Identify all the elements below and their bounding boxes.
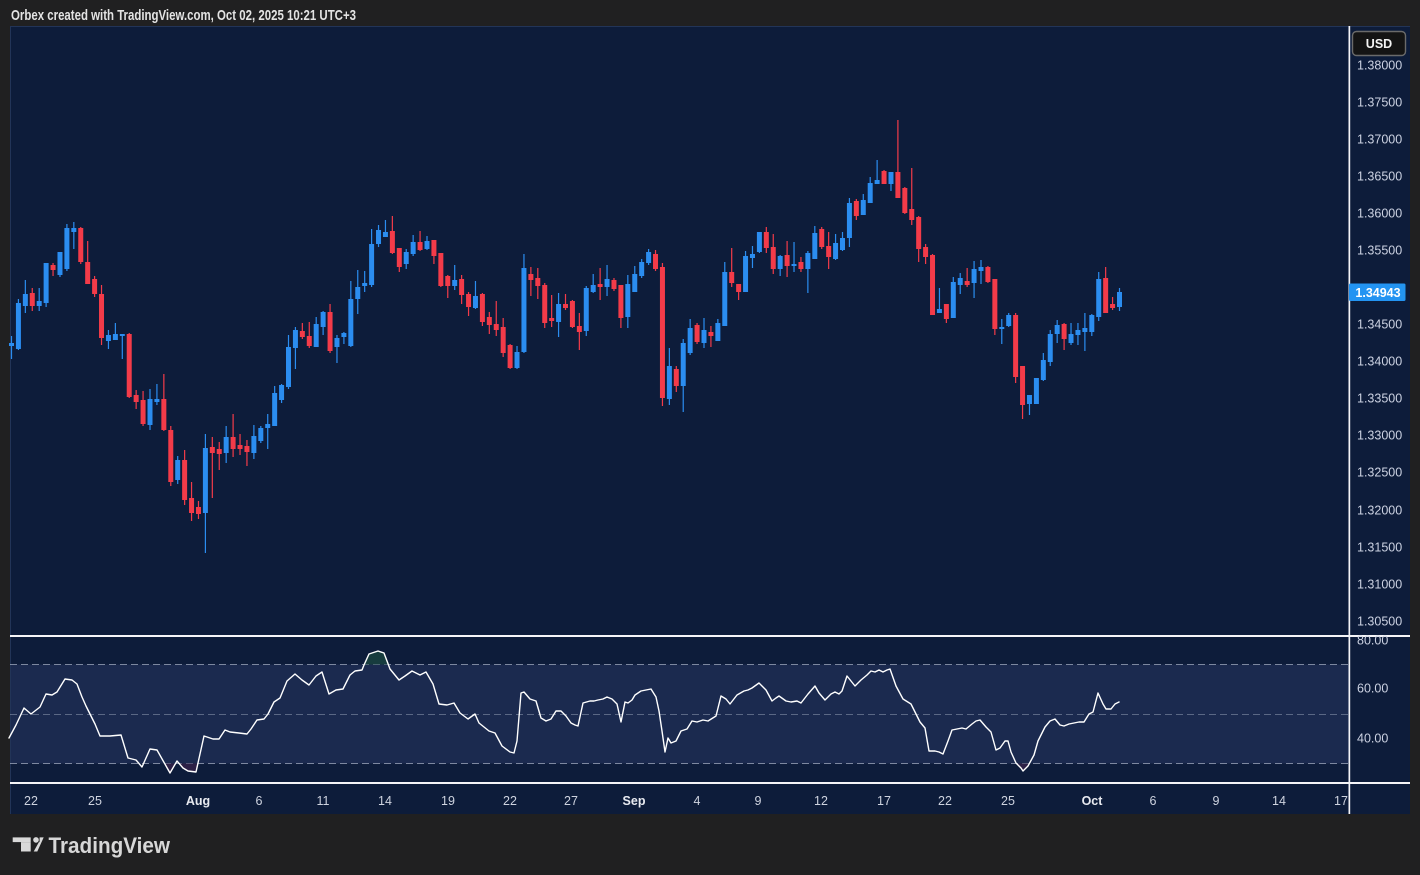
svg-text:6: 6 (1150, 794, 1157, 808)
svg-text:40.00: 40.00 (1357, 732, 1388, 746)
svg-text:1.34500: 1.34500 (1357, 318, 1402, 332)
svg-text:80.00: 80.00 (1357, 634, 1388, 648)
svg-text:4: 4 (694, 794, 701, 808)
svg-text:1.34943: 1.34943 (1355, 286, 1400, 300)
svg-text:6: 6 (256, 794, 263, 808)
svg-text:1.37000: 1.37000 (1357, 133, 1402, 147)
svg-text:17: 17 (1334, 794, 1348, 808)
svg-text:25: 25 (1001, 794, 1015, 808)
svg-text:TradingView: TradingView (49, 833, 171, 858)
svg-text:1.30500: 1.30500 (1357, 615, 1402, 629)
svg-text:19: 19 (441, 794, 455, 808)
svg-text:22: 22 (938, 794, 952, 808)
svg-text:27: 27 (564, 794, 578, 808)
svg-text:9: 9 (755, 794, 762, 808)
svg-text:1.38000: 1.38000 (1357, 59, 1402, 73)
svg-text:60.00: 60.00 (1357, 682, 1388, 696)
svg-text:1.36000: 1.36000 (1357, 207, 1402, 221)
svg-text:1.33000: 1.33000 (1357, 429, 1402, 443)
svg-text:USD: USD (1366, 37, 1392, 51)
svg-text:1.31000: 1.31000 (1357, 578, 1402, 592)
svg-text:Oct: Oct (1082, 794, 1104, 808)
svg-text:1.31500: 1.31500 (1357, 541, 1402, 555)
svg-text:1.34000: 1.34000 (1357, 355, 1402, 369)
svg-text:Aug: Aug (186, 794, 210, 808)
svg-text:22: 22 (503, 794, 517, 808)
svg-text:1.32000: 1.32000 (1357, 504, 1402, 518)
svg-text:1.32500: 1.32500 (1357, 466, 1402, 480)
svg-text:22: 22 (24, 794, 38, 808)
svg-text:11: 11 (317, 794, 330, 808)
svg-text:17: 17 (877, 794, 891, 808)
svg-text:1.33500: 1.33500 (1357, 392, 1402, 406)
svg-text:9: 9 (1213, 794, 1220, 808)
svg-text:Orbex created with TradingView: Orbex created with TradingView.com, Oct … (11, 7, 356, 24)
svg-text:1.35500: 1.35500 (1357, 244, 1402, 258)
svg-text:14: 14 (378, 794, 392, 808)
svg-text:25: 25 (88, 794, 102, 808)
svg-text:1.37500: 1.37500 (1357, 96, 1402, 110)
svg-text:14: 14 (1272, 794, 1286, 808)
svg-text:12: 12 (814, 794, 828, 808)
svg-text:1.36500: 1.36500 (1357, 170, 1402, 184)
svg-text:Sep: Sep (623, 794, 646, 808)
